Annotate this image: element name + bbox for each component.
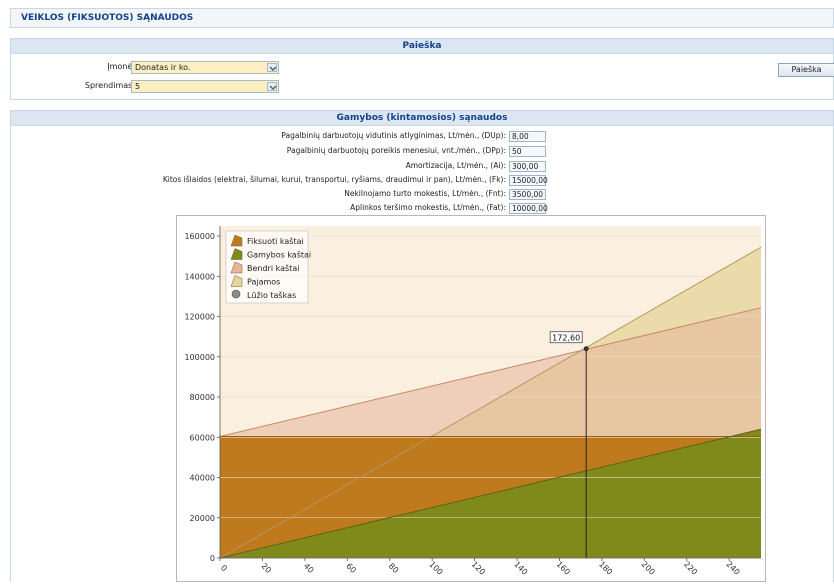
- param-row: Aplinkos teršimo mokestis, Lt/mėn., (Fat…: [11, 203, 834, 214]
- chevron-down-icon[interactable]: [267, 63, 277, 72]
- param-row: Pagalbinių darbuotojų vidutinis atlygini…: [11, 131, 834, 142]
- param-input[interactable]: 15000,00: [509, 175, 548, 186]
- decision-select[interactable]: 5: [131, 80, 279, 93]
- x-tick-label: 60: [344, 561, 358, 575]
- x-tick-label: 140: [512, 560, 529, 577]
- param-input[interactable]: 3500,00: [509, 189, 546, 200]
- legend-label: Lūžio taškas: [247, 290, 296, 300]
- param-label: Pagalbinių darbuotojų vidutinis atlygini…: [281, 131, 506, 140]
- y-tick-label: 100000: [184, 353, 215, 362]
- search-panel: Paieška Įmonė: Donatas ir ko. Sprendimas…: [10, 38, 834, 100]
- x-tick-label: 100: [427, 560, 444, 577]
- y-tick-label: 60000: [190, 433, 215, 442]
- search-button[interactable]: Paieška: [778, 63, 834, 77]
- param-label: Amortizacija, Lt/mėn., (Ai):: [405, 161, 506, 170]
- param-label: Nekilnojamo turto mokestis, Lt/mėn., (Fn…: [344, 189, 506, 198]
- x-tick-label: 40: [302, 561, 316, 575]
- param-input[interactable]: 50: [509, 146, 546, 157]
- y-tick-label: 120000: [184, 313, 215, 322]
- decision-select-value: 5: [135, 82, 141, 91]
- param-row: Pagalbinių darbuotojų poreikis menesiui,…: [11, 146, 834, 157]
- x-tick-label: 200: [639, 560, 656, 577]
- page-title: VEIKLOS (FIKSUOTOS) SĄNAUDOS: [21, 13, 194, 23]
- param-label: Aplinkos teršimo mokestis, Lt/mėn., (Fat…: [350, 203, 506, 212]
- param-input[interactable]: 10000,00: [509, 203, 548, 214]
- chart-svg: 0 20000 40000 60000 80000 100000 120000 140000 1…: [184, 226, 762, 577]
- x-tick-label: 180: [597, 560, 614, 577]
- param-row: Amortizacija, Lt/mėn., (Ai): 300,00: [11, 161, 834, 172]
- y-tick-label: 40000: [190, 474, 215, 483]
- x-tick-label: 120: [470, 560, 487, 577]
- y-tick-label: 160000: [184, 232, 215, 241]
- legend-label: Bendri kaštai: [247, 263, 299, 273]
- company-select-value: Donatas ir ko.: [135, 63, 191, 72]
- param-input[interactable]: 300,00: [509, 161, 546, 172]
- param-input[interactable]: 8,00: [509, 131, 546, 142]
- company-row: Įmonė: Donatas ir ko.: [11, 61, 834, 74]
- production-panel-title: Gamybos (kintamosios) sąnaudos: [11, 111, 833, 126]
- break-even-label: 172,60: [552, 334, 580, 343]
- decision-row: Sprendimas: 5: [11, 80, 834, 93]
- break-even-icon: [231, 289, 241, 299]
- param-label: Kitos išlaidos (elektrai, šilumai, kurui…: [162, 175, 506, 184]
- legend-label: Pajamos: [247, 278, 280, 287]
- break-even-chart: 0 20000 40000 60000 80000 100000 120000 140000 1…: [176, 215, 766, 582]
- x-tick-label: 80: [387, 561, 401, 575]
- y-tick-label: 0: [210, 554, 215, 563]
- x-tick-label: 20: [259, 561, 273, 575]
- legend-label: Fiksuoti kaštai: [247, 236, 304, 246]
- y-tick-label: 20000: [190, 514, 215, 523]
- search-panel-title: Paieška: [11, 39, 833, 54]
- param-label: Pagalbinių darbuotojų poreikis menesiui,…: [286, 146, 506, 155]
- decision-label: Sprendimas:: [84, 81, 135, 90]
- company-select[interactable]: Donatas ir ko.: [131, 61, 279, 74]
- legend-label: Gamybos kaštai: [247, 250, 311, 260]
- x-tick-label: 0: [219, 563, 229, 573]
- page-header: VEIKLOS (FIKSUOTOS) SĄNAUDOS: [10, 8, 834, 28]
- y-tick-label: 140000: [184, 272, 215, 281]
- x-tick-label: 160: [555, 560, 572, 577]
- y-tick-label: 80000: [190, 393, 215, 402]
- break-even-point: [583, 346, 589, 352]
- x-tick-label: 240: [724, 560, 741, 577]
- x-tick-label: 220: [682, 560, 699, 577]
- param-row: Kitos išlaidos (elektrai, šilumai, kurui…: [11, 175, 834, 186]
- param-row: Nekilnojamo turto mokestis, Lt/mėn., (Fn…: [11, 189, 834, 200]
- chevron-down-icon[interactable]: [267, 82, 277, 91]
